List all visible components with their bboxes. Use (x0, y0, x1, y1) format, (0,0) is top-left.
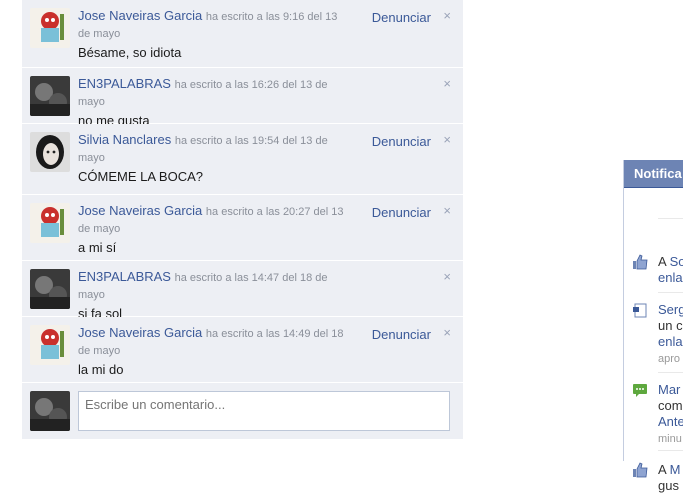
comment-item: Jose Naveiras Garcia ha escrito a las 20… (22, 195, 463, 261)
close-icon[interactable]: × (443, 8, 451, 23)
notification-text: gus (658, 478, 679, 493)
comment-input[interactable] (78, 391, 450, 431)
avatar[interactable] (30, 325, 70, 365)
comment-list: Jose Naveiras Garcia ha escrito a las 9:… (22, 0, 463, 439)
notification-text: A (658, 462, 670, 477)
notification-time: minu (658, 433, 682, 445)
comment-item: Jose Naveiras Garcia ha escrito a las 14… (22, 317, 463, 383)
comment-author[interactable]: EN3PALABRAS (78, 76, 171, 91)
avatar[interactable] (30, 203, 70, 243)
comment-text: la mi do (78, 362, 124, 377)
close-icon[interactable]: × (443, 132, 451, 147)
notification-link[interactable]: Mar (658, 382, 680, 397)
avatar[interactable] (30, 8, 70, 48)
notification-text: A (658, 254, 670, 269)
notification-link[interactable]: M (670, 462, 681, 477)
avatar[interactable] (30, 269, 70, 309)
notification-link[interactable]: enla (658, 270, 683, 285)
comment-item: EN3PALABRAS ha escrito a las 16:26 del 1… (22, 68, 463, 128)
comment-author[interactable]: Silvia Nanclares (78, 132, 171, 147)
comment-text: Bésame, so idiota (78, 45, 182, 60)
notification-link[interactable]: enla (658, 334, 683, 349)
report-button[interactable]: Denunciar (372, 205, 431, 220)
close-icon[interactable]: × (443, 269, 451, 284)
comment-text: CÓMEME LA BOCA? (78, 169, 203, 184)
comment-text: a mi sí (78, 240, 117, 255)
thumbs-up-icon (632, 462, 648, 478)
avatar[interactable] (30, 76, 70, 116)
comment-item: Jose Naveiras Garcia ha escrito a las 9:… (22, 0, 463, 68)
close-icon[interactable]: × (443, 325, 451, 340)
notification-link[interactable]: Ante (658, 414, 683, 429)
notification-text: un c (658, 318, 683, 333)
notification-link[interactable]: So (670, 254, 683, 269)
avatar (30, 391, 70, 431)
close-icon[interactable]: × (443, 203, 451, 218)
comment-item: EN3PALABRAS ha escrito a las 14:47 del 1… (22, 261, 463, 321)
notification-link[interactable]: Serg (658, 302, 683, 317)
notification-time: apro (658, 353, 681, 365)
report-button[interactable]: Denunciar (372, 327, 431, 342)
notification-text: com (658, 398, 683, 413)
comment-icon (632, 382, 648, 398)
notifications-panel: Notifica A So enla Serg un c enla apro Mar co… (623, 160, 683, 493)
note-icon (632, 302, 648, 318)
comment-author[interactable]: EN3PALABRAS (78, 269, 171, 284)
comment-author[interactable]: Jose Naveiras Garcia (78, 8, 202, 23)
comment-author[interactable]: Jose Naveiras Garcia (78, 325, 202, 340)
report-button[interactable]: Denunciar (372, 134, 431, 149)
notifications-title[interactable]: Notifica (624, 160, 683, 188)
comment-item: Silvia Nanclares ha escrito a las 19:54 … (22, 124, 463, 195)
comment-compose (22, 383, 463, 439)
thumbs-up-icon (632, 254, 648, 270)
avatar[interactable] (30, 132, 70, 172)
comment-author[interactable]: Jose Naveiras Garcia (78, 203, 202, 218)
report-button[interactable]: Denunciar (372, 10, 431, 25)
close-icon[interactable]: × (443, 76, 451, 91)
